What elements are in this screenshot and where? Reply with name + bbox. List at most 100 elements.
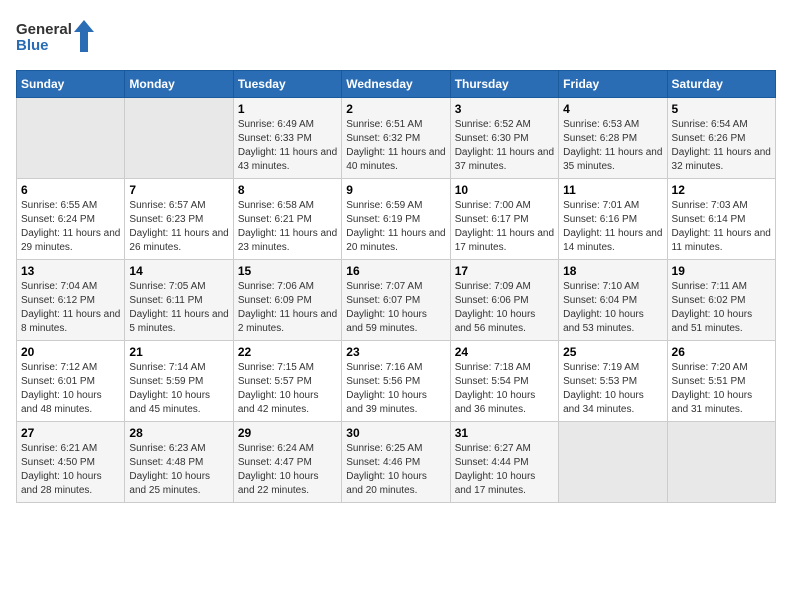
calendar-cell: 23 Sunrise: 7:16 AM Sunset: 5:56 PM Dayli… [342,341,450,422]
day-number: 4 [563,102,662,116]
day-number: 8 [238,183,337,197]
day-number: 30 [346,426,445,440]
calendar-cell: 26 Sunrise: 7:20 AM Sunset: 5:51 PM Dayli… [667,341,775,422]
day-info: Sunrise: 6:23 AM Sunset: 4:48 PM Dayligh… [129,442,228,498]
day-info: Sunrise: 6:54 AM Sunset: 6:26 PM Dayligh… [672,118,771,174]
day-info: Sunrise: 7:18 AM Sunset: 5:54 PM Dayligh… [455,361,554,417]
calendar-cell: 15 Sunrise: 7:06 AM Sunset: 6:09 PM Dayli… [233,260,341,341]
day-info: Sunrise: 6:55 AM Sunset: 6:24 PM Dayligh… [21,199,120,255]
calendar-cell: 4 Sunrise: 6:53 AM Sunset: 6:28 PM Daylig… [559,98,667,179]
day-number: 27 [21,426,120,440]
calendar-cell: 14 Sunrise: 7:05 AM Sunset: 6:11 PM Dayli… [125,260,233,341]
day-number: 3 [455,102,554,116]
day-number: 6 [21,183,120,197]
calendar-cell: 5 Sunrise: 6:54 AM Sunset: 6:26 PM Daylig… [667,98,775,179]
day-info: Sunrise: 7:19 AM Sunset: 5:53 PM Dayligh… [563,361,662,417]
weekday-header: Tuesday [233,71,341,98]
day-number: 11 [563,183,662,197]
svg-text:Blue: Blue [16,37,49,54]
day-info: Sunrise: 7:20 AM Sunset: 5:51 PM Dayligh… [672,361,771,417]
svg-text:General: General [16,21,72,38]
calendar-cell: 8 Sunrise: 6:58 AM Sunset: 6:21 PM Daylig… [233,179,341,260]
day-info: Sunrise: 7:06 AM Sunset: 6:09 PM Dayligh… [238,280,337,336]
day-info: Sunrise: 6:53 AM Sunset: 6:28 PM Dayligh… [563,118,662,174]
weekday-header: Thursday [450,71,558,98]
calendar-cell: 30 Sunrise: 6:25 AM Sunset: 4:46 PM Dayli… [342,422,450,503]
day-info: Sunrise: 7:15 AM Sunset: 5:57 PM Dayligh… [238,361,337,417]
calendar-cell: 7Sunrise: 6:57 AM Sunset: 6:23 PM Daylig… [125,179,233,260]
day-info: Sunrise: 6:58 AM Sunset: 6:21 PM Dayligh… [238,199,337,255]
day-number: 31 [455,426,554,440]
day-info: Sunrise: 6:59 AM Sunset: 6:19 PM Dayligh… [346,199,445,255]
weekday-header: Wednesday [342,71,450,98]
calendar-cell: 19Sunrise: 7:11 AM Sunset: 6:02 PM Dayli… [667,260,775,341]
calendar-week-row: 13Sunrise: 7:04 AM Sunset: 6:12 PM Dayli… [17,260,776,341]
day-number: 29 [238,426,337,440]
calendar-cell: 13Sunrise: 7:04 AM Sunset: 6:12 PM Dayli… [17,260,125,341]
calendar-cell [125,98,233,179]
calendar-body: 1 Sunrise: 6:49 AM Sunset: 6:33 PM Daylig… [17,98,776,503]
calendar-cell: 11 Sunrise: 7:01 AM Sunset: 6:16 PM Dayli… [559,179,667,260]
calendar-cell: 29 Sunrise: 6:24 AM Sunset: 4:47 PM Dayli… [233,422,341,503]
weekday-header: Friday [559,71,667,98]
day-number: 25 [563,345,662,359]
day-number: 26 [672,345,771,359]
day-number: 9 [346,183,445,197]
day-info: Sunrise: 7:01 AM Sunset: 6:16 PM Dayligh… [563,199,662,255]
calendar-header-row: SundayMondayTuesdayWednesdayThursdayFrid… [17,71,776,98]
day-info: Sunrise: 7:16 AM Sunset: 5:56 PM Dayligh… [346,361,445,417]
logo-svg: General Blue [16,16,96,58]
day-info: Sunrise: 6:51 AM Sunset: 6:32 PM Dayligh… [346,118,445,174]
calendar-cell: 2 Sunrise: 6:51 AM Sunset: 6:32 PM Daylig… [342,98,450,179]
day-number: 14 [129,264,228,278]
day-info: Sunrise: 6:27 AM Sunset: 4:44 PM Dayligh… [455,442,554,498]
calendar-cell: 16Sunrise: 7:07 AM Sunset: 6:07 PM Dayli… [342,260,450,341]
day-info: Sunrise: 6:49 AM Sunset: 6:33 PM Dayligh… [238,118,337,174]
day-number: 2 [346,102,445,116]
logo: General Blue [16,16,96,58]
day-number: 21 [129,345,228,359]
weekday-header: Monday [125,71,233,98]
day-number: 10 [455,183,554,197]
day-number: 18 [563,264,662,278]
day-number: 24 [455,345,554,359]
day-info: Sunrise: 7:00 AM Sunset: 6:17 PM Dayligh… [455,199,554,255]
calendar-week-row: 27Sunrise: 6:21 AM Sunset: 4:50 PM Dayli… [17,422,776,503]
weekday-header: Saturday [667,71,775,98]
day-number: 12 [672,183,771,197]
calendar-cell [559,422,667,503]
calendar-cell: 9 Sunrise: 6:59 AM Sunset: 6:19 PM Daylig… [342,179,450,260]
calendar-cell: 12Sunrise: 7:03 AM Sunset: 6:14 PM Dayli… [667,179,775,260]
calendar-table: SundayMondayTuesdayWednesdayThursdayFrid… [16,70,776,503]
day-info: Sunrise: 7:09 AM Sunset: 6:06 PM Dayligh… [455,280,554,336]
calendar-cell: 3 Sunrise: 6:52 AM Sunset: 6:30 PM Daylig… [450,98,558,179]
day-info: Sunrise: 7:05 AM Sunset: 6:11 PM Dayligh… [129,280,228,336]
calendar-cell: 6 Sunrise: 6:55 AM Sunset: 6:24 PM Daylig… [17,179,125,260]
day-number: 23 [346,345,445,359]
calendar-cell: 10 Sunrise: 7:00 AM Sunset: 6:17 PM Dayli… [450,179,558,260]
day-number: 20 [21,345,120,359]
weekday-header: Sunday [17,71,125,98]
day-info: Sunrise: 6:52 AM Sunset: 6:30 PM Dayligh… [455,118,554,174]
day-info: Sunrise: 7:04 AM Sunset: 6:12 PM Dayligh… [21,280,120,336]
calendar-cell: 1 Sunrise: 6:49 AM Sunset: 6:33 PM Daylig… [233,98,341,179]
calendar-cell: 25 Sunrise: 7:19 AM Sunset: 5:53 PM Dayli… [559,341,667,422]
day-info: Sunrise: 7:11 AM Sunset: 6:02 PM Dayligh… [672,280,771,336]
day-number: 15 [238,264,337,278]
page-header: General Blue [16,16,776,58]
calendar-cell [17,98,125,179]
day-number: 7 [129,183,228,197]
day-number: 5 [672,102,771,116]
day-info: Sunrise: 6:24 AM Sunset: 4:47 PM Dayligh… [238,442,337,498]
calendar-cell: 21 Sunrise: 7:14 AM Sunset: 5:59 PM Dayli… [125,341,233,422]
day-number: 1 [238,102,337,116]
day-number: 17 [455,264,554,278]
calendar-week-row: 1 Sunrise: 6:49 AM Sunset: 6:33 PM Daylig… [17,98,776,179]
day-info: Sunrise: 7:14 AM Sunset: 5:59 PM Dayligh… [129,361,228,417]
calendar-cell: 18 Sunrise: 7:10 AM Sunset: 6:04 PM Dayli… [559,260,667,341]
day-info: Sunrise: 6:25 AM Sunset: 4:46 PM Dayligh… [346,442,445,498]
calendar-cell: 24 Sunrise: 7:18 AM Sunset: 5:54 PM Dayli… [450,341,558,422]
calendar-cell: 31 Sunrise: 6:27 AM Sunset: 4:44 PM Dayli… [450,422,558,503]
day-number: 22 [238,345,337,359]
day-info: Sunrise: 7:10 AM Sunset: 6:04 PM Dayligh… [563,280,662,336]
